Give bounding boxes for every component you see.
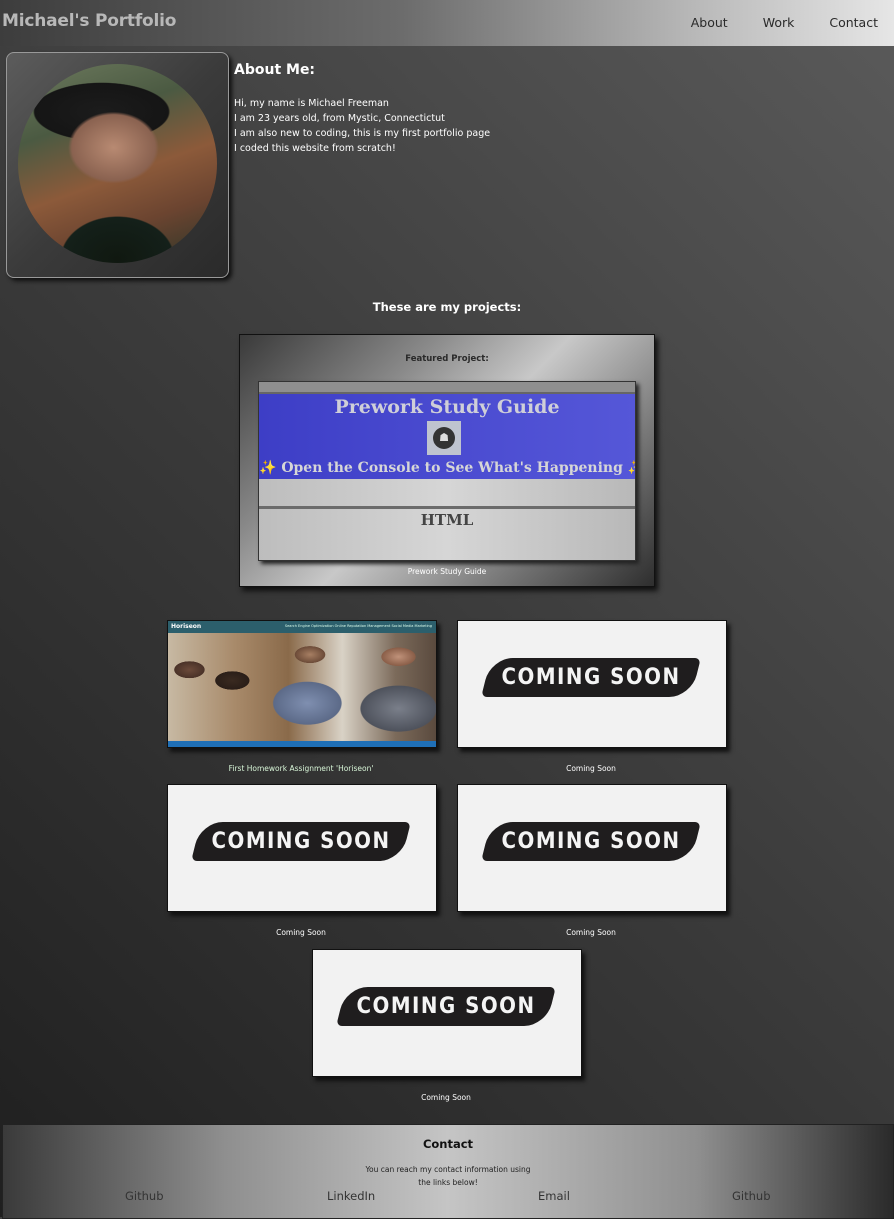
screenshot-divider bbox=[259, 506, 635, 509]
featured-project-card: Featured Project: Prework Study Guide ☗ … bbox=[239, 334, 655, 587]
screenshot-section-title: HTML bbox=[420, 511, 474, 529]
screenshot-subtitle: ✨ Open the Console to See What's Happeni… bbox=[259, 460, 635, 476]
featured-caption: Prework Study Guide bbox=[407, 567, 487, 576]
about-line: I coded this website from scratch! bbox=[234, 143, 396, 154]
horiseon-links: Search Engine Optimization Online Reputa… bbox=[284, 624, 432, 628]
featured-label: Featured Project: bbox=[405, 354, 489, 364]
screenshot-title: Prework Study Guide bbox=[334, 396, 560, 418]
horiseon-logo: Horiseon bbox=[171, 623, 202, 630]
contact-title: Contact bbox=[422, 1137, 474, 1151]
project-card-coming-soon[interactable]: COMING SOON bbox=[457, 620, 727, 748]
profile-photo bbox=[18, 64, 217, 263]
nav-about-link[interactable]: About bbox=[691, 15, 728, 30]
coming-soon-text: COMING SOON bbox=[356, 994, 536, 1019]
screenshot-hero: Prework Study Guide ☗ ✨ Open the Console… bbox=[259, 394, 635, 479]
footer-email-link[interactable]: Email bbox=[538, 1189, 570, 1203]
horiseon-nav-bar: Horiseon Search Engine Optimization Onli… bbox=[168, 621, 436, 633]
featured-project-screenshot[interactable]: Prework Study Guide ☗ ✨ Open the Console… bbox=[258, 381, 636, 561]
coming-soon-text: COMING SOON bbox=[501, 665, 681, 690]
project-caption: Coming Soon bbox=[421, 1093, 471, 1102]
horiseon-team-photo bbox=[168, 633, 436, 741]
about-line: I am 23 years old, from Mystic, Connecti… bbox=[234, 113, 445, 124]
nav-work-link[interactable]: Work bbox=[763, 15, 795, 30]
sparkles-icon: ✨ bbox=[628, 460, 635, 476]
footer-linkedin-link[interactable]: LinkedIn bbox=[327, 1189, 375, 1203]
project-card-horiseon[interactable]: Horiseon Search Engine Optimization Onli… bbox=[167, 620, 437, 748]
main-nav: About Work Contact bbox=[656, 15, 878, 30]
project-card-coming-soon[interactable]: COMING SOON bbox=[312, 949, 582, 1077]
nav-contact-link[interactable]: Contact bbox=[829, 15, 878, 30]
project-caption: Coming Soon bbox=[276, 928, 326, 937]
site-header: Michael's Portfolio About Work Contact bbox=[0, 0, 894, 46]
about-text: Hi, my name is Michael Freeman I am 23 y… bbox=[234, 96, 490, 156]
project-caption: First Homework Assignment 'Horiseon' bbox=[228, 764, 374, 773]
horiseon-bottom-bar bbox=[168, 741, 436, 747]
project-card-coming-soon[interactable]: COMING SOON bbox=[457, 784, 727, 912]
about-line: I am also new to coding, this is my firs… bbox=[234, 128, 491, 139]
footer-github-link[interactable]: Github bbox=[125, 1189, 164, 1203]
profile-card bbox=[6, 52, 229, 278]
coming-soon-text: COMING SOON bbox=[211, 829, 391, 854]
site-brand[interactable]: Michael's Portfolio bbox=[2, 11, 176, 31]
about-line: Hi, my name is Michael Freeman bbox=[234, 98, 389, 109]
coming-soon-text: COMING SOON bbox=[501, 829, 681, 854]
project-caption: Coming Soon bbox=[566, 764, 616, 773]
project-caption: Coming Soon bbox=[566, 928, 616, 937]
screenshot-top-bar bbox=[259, 382, 635, 394]
sparkles-icon: ✨ bbox=[259, 460, 277, 476]
cat-logo-icon: ☗ bbox=[427, 421, 461, 455]
footer-github-link-2[interactable]: Github bbox=[732, 1189, 771, 1203]
contact-text: You can reach my contact information usi… bbox=[365, 1165, 531, 1187]
about-title: About Me: bbox=[234, 62, 316, 78]
contact-footer: Contact You can reach my contact informa… bbox=[2, 1124, 894, 1219]
project-card-coming-soon[interactable]: COMING SOON bbox=[167, 784, 437, 912]
projects-title: These are my projects: bbox=[372, 300, 522, 314]
